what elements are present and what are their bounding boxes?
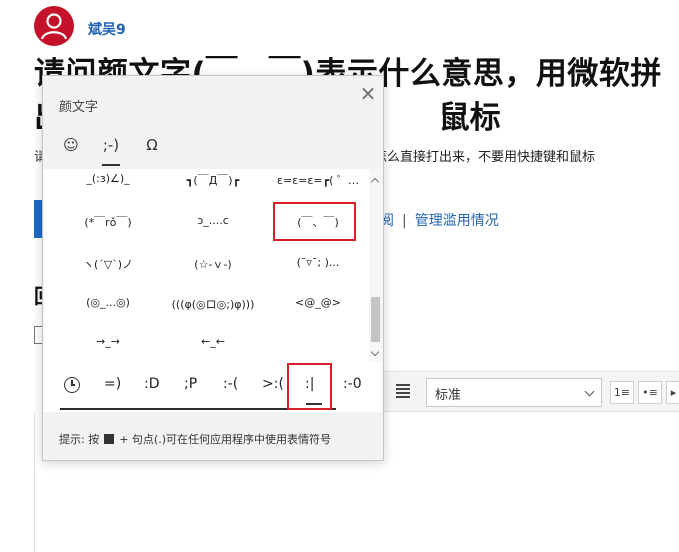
tab-symbols[interactable]: Ω — [142, 134, 162, 160]
kaomoji-item[interactable]: (¯▿¯; )... — [263, 256, 373, 269]
kaomoji-item[interactable]: (*￣rǒ￣) — [53, 214, 163, 230]
recent-item[interactable]: :-( — [223, 376, 238, 392]
username-link[interactable]: 斌吴9 — [88, 19, 126, 39]
emoji-panel: 颜文字 × ☺ ;-) Ω _(:з)∠)_ ┓(￣Д￣)┏ ε=ε=ε=┏( … — [42, 75, 384, 461]
paragraph-style-select[interactable]: 标准 — [426, 378, 602, 407]
kaomoji-item[interactable]: (☆-ｖ-) — [158, 256, 268, 272]
hint-prefix: 提示: 按 — [59, 433, 100, 446]
recent-item[interactable]: >:( — [262, 376, 284, 392]
windows-logo-icon — [104, 434, 114, 444]
tab-emoji[interactable]: ☺ — [61, 134, 81, 160]
bulleted-list-icon[interactable]: •≡ — [638, 381, 662, 404]
divider: | — [402, 213, 407, 229]
hint-text: 提示: 按 + 句点(.)可在任何应用程序中使用表情符号 — [59, 431, 331, 447]
editor-toolbar: 标准 1≡ •≡ ▸ — [382, 371, 679, 412]
page-title-fragment: 鼠标 — [438, 100, 501, 136]
numbered-list-icon[interactable]: 1≡ — [610, 381, 634, 404]
kaomoji-item[interactable]: ε=ε=ε=┏( ゜… — [263, 172, 373, 188]
tab-kaomoji[interactable]: ;-) — [100, 134, 122, 166]
align-justify-icon[interactable] — [396, 384, 410, 400]
chevron-down-icon — [584, 386, 595, 397]
avatar[interactable] — [34, 6, 74, 46]
highlight-box — [273, 202, 356, 241]
recent-item[interactable]: ;P — [184, 376, 197, 392]
paragraph-style-value: 标准 — [435, 388, 462, 403]
report-abuse-link[interactable]: 管理滥用情况 — [415, 213, 499, 229]
scroll-up-icon[interactable] — [371, 175, 380, 184]
kaomoji-grid: _(:з)∠)_ ┓(￣Д￣)┏ ε=ε=ε=┏( ゜… (*￣rǒ￣) ↄ_.… — [44, 169, 382, 362]
kaomoji-item[interactable]: ヽ(´▽`)ノ — [53, 256, 163, 272]
question-text-continued: 怎么直接打出来，不要用快捷键和鼠标 — [374, 150, 596, 165]
kaomoji-item[interactable]: _(:з)∠)_ — [53, 172, 163, 185]
kaomoji-item[interactable]: <@_@> — [263, 296, 373, 309]
kaomoji-item[interactable]: (◎_...◎) — [53, 296, 163, 309]
hint-suffix: + 句点(.)可在任何应用程序中使用表情符号 — [119, 433, 331, 446]
recent-item[interactable]: :-0 — [343, 376, 362, 392]
kaomoji-item[interactable]: ↄ_....c — [158, 214, 268, 227]
kaomoji-item[interactable]: (((φ(◎ロ◎;)φ))) — [158, 296, 268, 312]
kaomoji-item[interactable]: →_→ — [53, 335, 163, 348]
scrollbar-thumb[interactable] — [371, 297, 380, 342]
panel-title: 颜文字 — [59, 100, 99, 115]
scroll-down-icon[interactable] — [371, 349, 380, 358]
close-button[interactable]: × — [356, 82, 380, 106]
scrollbar[interactable] — [369, 169, 382, 362]
clock-icon[interactable] — [64, 377, 80, 393]
highlight-box — [287, 363, 332, 410]
recent-item[interactable]: :D — [144, 376, 160, 392]
recent-item[interactable]: =) — [104, 376, 121, 392]
kaomoji-item[interactable]: ┓(￣Д￣)┏ — [158, 172, 268, 188]
user-avatar-icon — [40, 13, 68, 40]
media-icon[interactable]: ▸ — [666, 381, 679, 404]
kaomoji-item[interactable]: ←_← — [158, 335, 268, 348]
post-actions: 阅 | 管理滥用情况 — [380, 210, 499, 230]
